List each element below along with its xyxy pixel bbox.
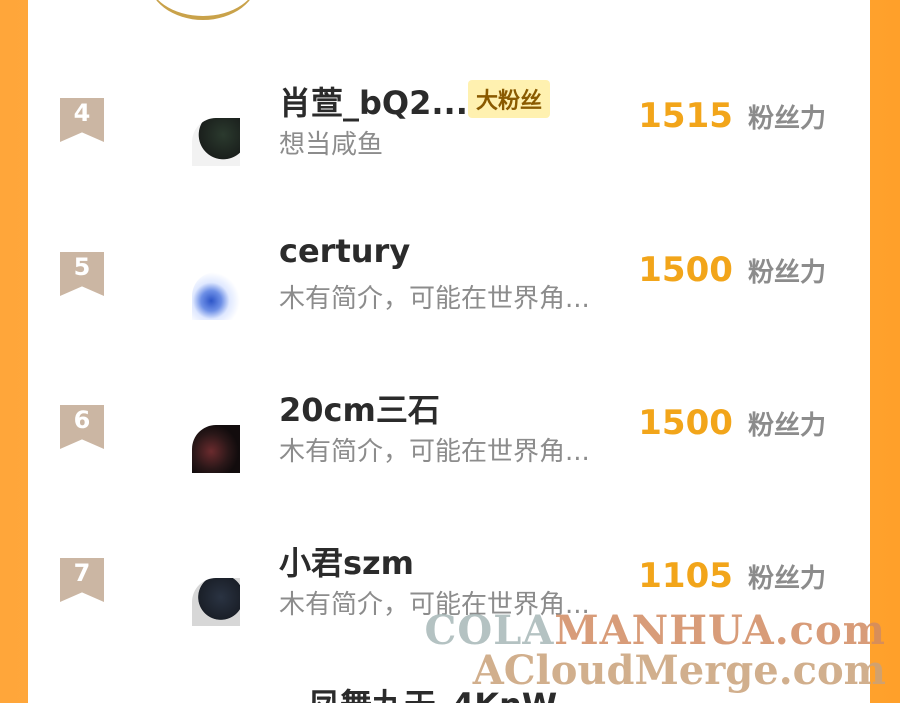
- avatar[interactable]: [192, 578, 240, 626]
- avatar[interactable]: [192, 425, 240, 473]
- fan-power: 1500 粉丝力: [638, 250, 826, 290]
- ranking-row-4[interactable]: 4 肖萱_bQ2... 大粉丝 想当咸鱼 1515 粉丝力: [28, 78, 870, 228]
- ranking-row-7[interactable]: 7 小君szm 木有简介，可能在世界角... 1105 粉丝力: [28, 538, 870, 688]
- user-bio: 木有简介，可能在世界角...: [279, 437, 590, 467]
- rank-badge: 5: [60, 252, 104, 296]
- fan-power-label: 粉丝力: [747, 411, 826, 441]
- top-ornament: [148, 0, 258, 20]
- user-name[interactable]: 小君szm: [279, 538, 414, 584]
- user-bio: 木有简介，可能在世界角...: [279, 284, 590, 314]
- rank-badge: 4: [60, 98, 104, 142]
- next-user-name-partial[interactable]: 凤舞九天_4KnW: [308, 680, 557, 703]
- user-bio: 木有简介，可能在世界角...: [279, 590, 590, 620]
- fan-power: 1105 粉丝力: [638, 556, 826, 596]
- fan-power-label: 粉丝力: [747, 564, 826, 594]
- rank-badge: 7: [60, 558, 104, 602]
- fan-level-badge: 大粉丝: [468, 80, 551, 118]
- avatar[interactable]: [192, 118, 240, 166]
- fan-power-label: 粉丝力: [747, 258, 826, 288]
- fan-power-label: 粉丝力: [747, 104, 826, 134]
- fan-power-value: 1500: [638, 250, 733, 290]
- user-bio: 想当咸鱼: [279, 130, 384, 160]
- fan-power-value: 1515: [638, 96, 733, 136]
- avatar[interactable]: [192, 272, 240, 320]
- fan-power: 1500 粉丝力: [638, 403, 826, 443]
- user-name[interactable]: 肖萱_bQ2...: [279, 78, 468, 124]
- user-name[interactable]: 20cm三石: [279, 385, 440, 431]
- fan-power-value: 1105: [638, 556, 733, 596]
- ranking-row-5[interactable]: 5 certury 木有简介，可能在世界角... 1500 粉丝力: [28, 232, 870, 382]
- fan-power-value: 1500: [638, 403, 733, 443]
- rank-badge: 6: [60, 405, 104, 449]
- user-name[interactable]: certury: [279, 232, 410, 270]
- ranking-card: 4 肖萱_bQ2... 大粉丝 想当咸鱼 1515 粉丝力 5 certury …: [28, 0, 870, 703]
- ranking-row-6[interactable]: 6 20cm三石 木有简介，可能在世界角... 1500 粉丝力: [28, 385, 870, 535]
- fan-power: 1515 粉丝力: [638, 96, 826, 136]
